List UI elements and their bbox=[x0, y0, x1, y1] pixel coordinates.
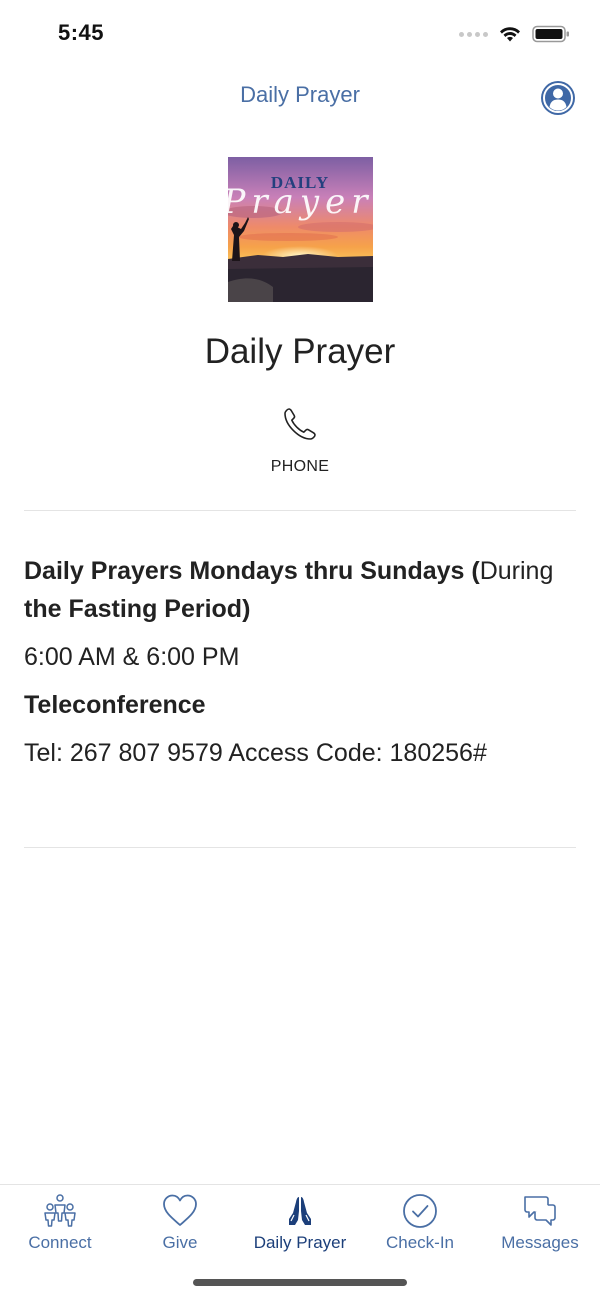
status-bar: 5:45 bbox=[0, 0, 600, 64]
image-script-text: Prayer bbox=[228, 182, 373, 222]
daily-prayer-image: DAILY Prayer bbox=[228, 157, 373, 302]
navigation-bar: Daily Prayer bbox=[0, 64, 600, 128]
tab-label: Check-In bbox=[385, 1233, 455, 1252]
prayer-times: 6:00 AM & 6:00 PM bbox=[24, 643, 240, 671]
person-circle-icon bbox=[541, 81, 575, 115]
tab-give[interactable]: Give bbox=[120, 1185, 240, 1265]
check-circle-icon bbox=[403, 1194, 437, 1228]
wifi-icon bbox=[500, 27, 520, 42]
tab-connect[interactable]: Connect bbox=[0, 1185, 120, 1265]
status-time: 5:45 bbox=[58, 20, 105, 45]
profile-button[interactable] bbox=[540, 80, 576, 116]
divider-bottom bbox=[24, 847, 576, 848]
home-indicator[interactable] bbox=[193, 1279, 407, 1286]
teleconference-heading: Teleconference bbox=[24, 691, 206, 719]
tab-label: Daily Prayer bbox=[253, 1233, 347, 1252]
status-indicators bbox=[459, 22, 570, 46]
praying-hands-icon bbox=[289, 1197, 311, 1225]
phone-icon bbox=[284, 408, 316, 440]
tab-label: Messages bbox=[501, 1233, 579, 1252]
teleconference-details: Tel: 267 807 9579 Access Code: 180256# bbox=[24, 739, 487, 767]
tab-check-in[interactable]: Check-In bbox=[360, 1185, 480, 1265]
divider-top bbox=[24, 510, 576, 511]
tab-daily-prayer[interactable]: Daily Prayer bbox=[240, 1185, 360, 1265]
chat-bubbles-icon bbox=[524, 1196, 556, 1226]
heart-icon bbox=[163, 1194, 197, 1226]
cellular-signal-icon bbox=[459, 31, 488, 37]
tab-messages[interactable]: Messages bbox=[480, 1185, 600, 1265]
phone-button[interactable]: PHONE bbox=[250, 404, 350, 488]
page-title: Daily Prayer bbox=[204, 332, 396, 371]
phone-label: PHONE bbox=[270, 458, 330, 475]
schedule-heading: Daily Prayers Mondays thru Sundays (Duri… bbox=[24, 557, 554, 623]
prayer-details: Daily Prayers Mondays thru Sundays (Duri… bbox=[24, 552, 584, 782]
people-icon bbox=[44, 1194, 76, 1227]
battery-icon bbox=[532, 25, 569, 43]
tab-label: Connect bbox=[28, 1233, 92, 1252]
tab-label: Give bbox=[162, 1233, 198, 1252]
nav-title: Daily Prayer bbox=[240, 82, 360, 107]
